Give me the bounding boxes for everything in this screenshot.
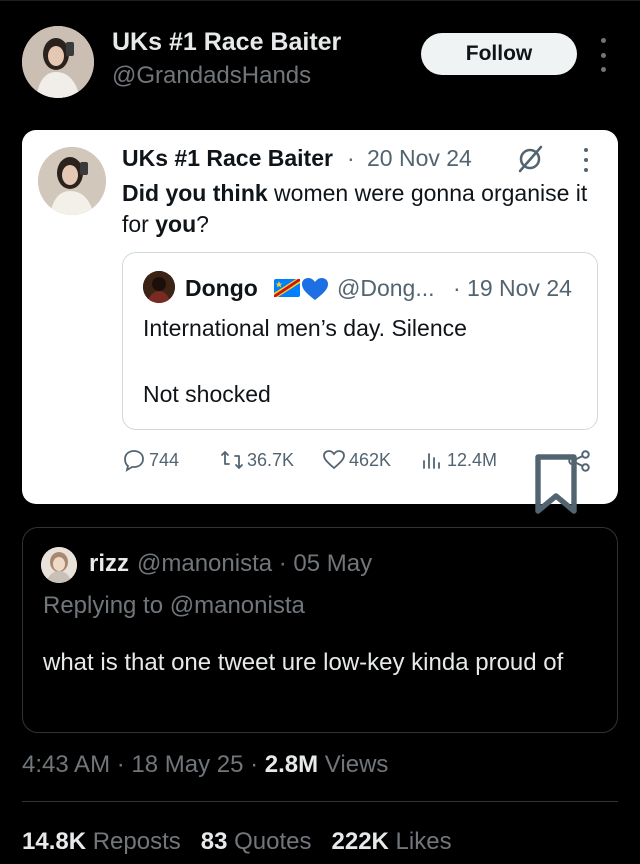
stats-divider [22,801,618,802]
embedded-tweet-text: Did you think women were gonna organise … [122,180,588,237]
embedded-author-name: UKs #1 Race Baiter [122,145,333,171]
dr-congo-flag-emoji [274,279,300,297]
author-avatar[interactable] [22,26,94,98]
top-divider [0,0,640,1]
reply-action: 744 [122,448,179,472]
separator-dot: · [347,145,355,171]
grok-icon [518,145,543,173]
views-icon [423,453,440,469]
quotes-stat[interactable]: 83 Quotes [201,828,312,855]
repost-action: 36.7K [220,448,294,472]
views-action: 12.4M [420,448,497,472]
embedded-quoted-tweet: Dongo @Dong... · 19 Nov 24 International… [122,252,598,430]
quoted-tweet-line-2: Not shocked [143,381,271,407]
quoted-tweet-line-1: International men’s day. Silence [143,315,467,341]
views-count: 2.8M [264,751,319,778]
engagement-stats: 14.8K Reposts 83 Quotes 222K Likes [22,828,452,856]
embedded-author-avatar [38,147,106,215]
like-action: 462K [322,448,391,472]
embedded-tweet-date: 20 Nov 24 [367,145,472,171]
embedded-more-icon [582,148,590,172]
repost-count: 36.7K [247,449,295,470]
quoted-tweet-date: · 19 Nov 24 [453,275,572,301]
like-count: 462K [349,449,392,470]
quote-author-avatar[interactable] [41,547,77,583]
quote-tweet-text: what is that one tweet ure low-key kinda… [43,649,564,676]
author-display-name[interactable]: UKs #1 Race Baiter [112,28,341,57]
quoted-tweet-card[interactable]: rizz @manonista · 05 May Replying to @ma… [22,527,618,733]
share-icon [568,450,590,472]
reposts-stat[interactable]: 14.8K Reposts [22,828,181,855]
heart-icon [323,450,345,470]
embedded-tweet-screenshot[interactable]: UKs #1 Race Baiter · 20 Nov 24 Did you t… [22,130,618,514]
author-handle[interactable]: @GrandadsHands [112,62,311,90]
reply-icon [124,450,144,472]
repost-icon [221,451,243,469]
quote-author-name[interactable]: rizz [89,550,129,578]
tweet-timestamp[interactable]: 4:43 AM · 18 May 25 · [22,751,265,778]
likes-stat[interactable]: 222K Likes [332,828,452,855]
quoted-author-avatar [143,271,175,303]
quoted-author-handle: @Dong... [337,275,435,301]
follow-button[interactable]: Follow [421,33,577,75]
quoted-author-name: Dongo [185,275,258,301]
more-vertical-icon[interactable] [596,38,610,72]
blue-heart-emoji [302,278,328,300]
embedded-action-bar: 744 36.7K 462K 12.4M [122,448,592,514]
tweet-timestamp-views: 4:43 AM · 18 May 25 · 2.8M Views [22,751,388,779]
reply-count: 744 [149,449,180,470]
replying-to-label[interactable]: Replying to @manonista [43,592,305,620]
views-count: 12.4M [447,449,498,470]
views-label: Views [318,751,389,778]
quote-author-handle-date[interactable]: @manonista · 05 May [137,550,372,578]
